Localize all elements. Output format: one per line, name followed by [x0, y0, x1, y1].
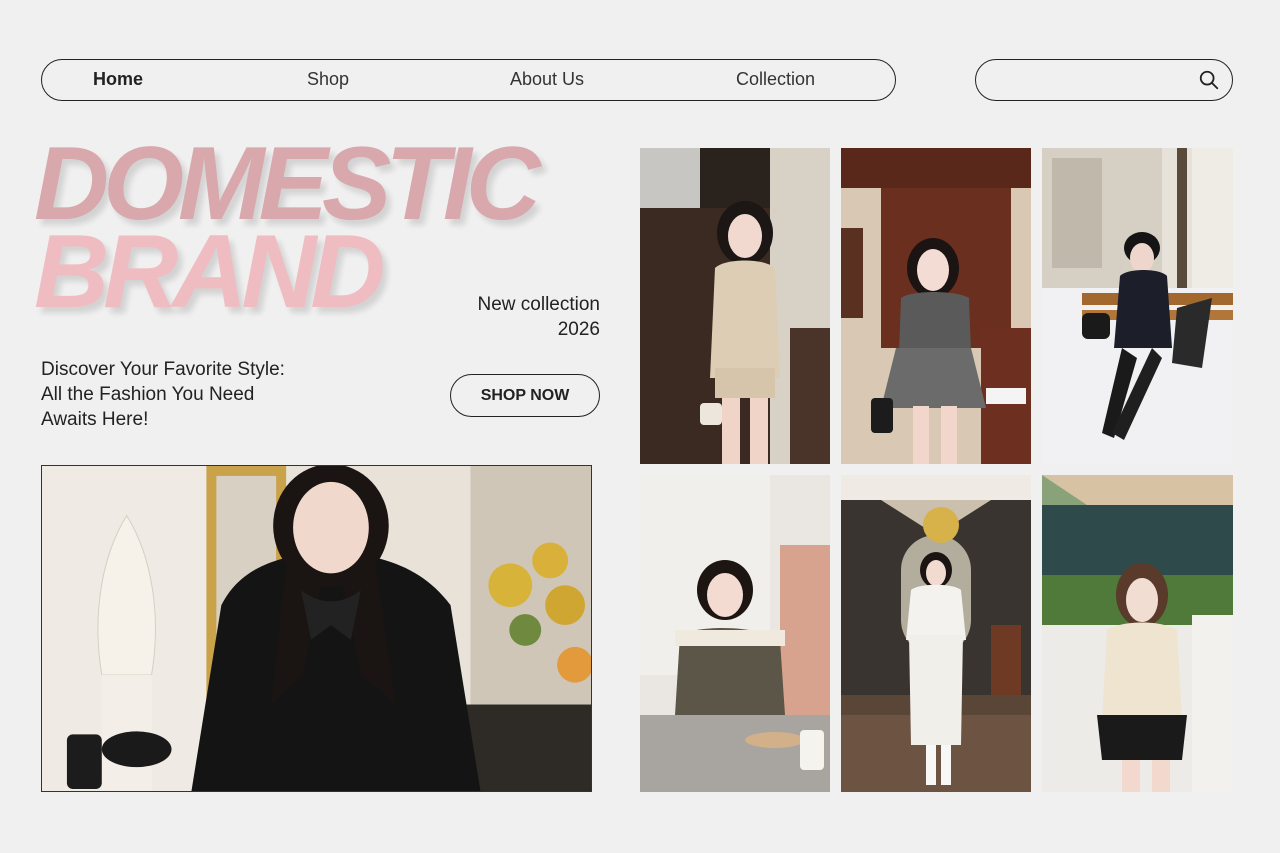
new-collection-label: New collection 2026	[478, 292, 601, 342]
gallery-photo-3[interactable]	[1042, 148, 1233, 464]
nav-about-us[interactable]: About Us	[510, 60, 584, 99]
tagline: Discover Your Favorite Style: All the Fa…	[41, 357, 341, 432]
gallery-photo-1[interactable]	[640, 148, 830, 464]
gallery-photo-5[interactable]	[841, 475, 1031, 792]
collection-line1: New collection	[477, 294, 601, 315]
nav-shop[interactable]: Shop	[307, 60, 349, 99]
gallery-photo-4[interactable]	[640, 475, 830, 792]
search-bar	[975, 59, 1233, 101]
tagline-line3: Awaits Here!	[41, 409, 149, 430]
tagline-line2: All the Fashion You Need	[41, 384, 255, 405]
shop-now-button[interactable]: SHOP NOW	[450, 374, 600, 417]
nav-home[interactable]: Home	[93, 60, 143, 99]
main-nav: Home Shop About Us Collection	[41, 59, 896, 101]
gallery-photo-6[interactable]	[1042, 475, 1233, 792]
collection-year: 2026	[557, 319, 600, 340]
tagline-line1: Discover Your Favorite Style:	[41, 359, 285, 380]
hero-title: DOMESTIC BRAND	[34, 132, 541, 324]
featured-photo[interactable]	[41, 465, 592, 792]
search-input[interactable]	[992, 68, 1196, 94]
search-icon[interactable]	[1198, 69, 1220, 91]
gallery-photo-2[interactable]	[841, 148, 1031, 464]
nav-collection[interactable]: Collection	[736, 60, 815, 99]
